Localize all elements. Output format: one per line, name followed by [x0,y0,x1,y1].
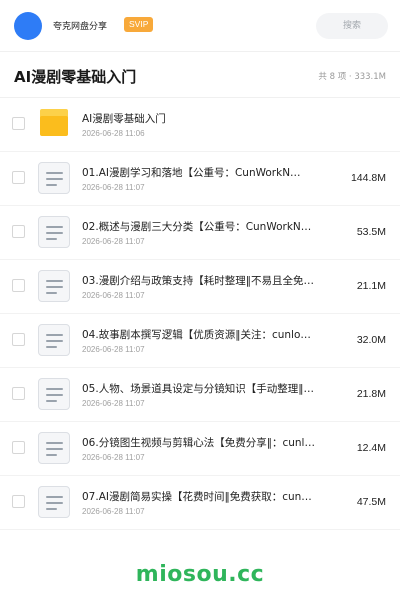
item-checkbox[interactable] [12,441,25,454]
list-item[interactable]: AI漫剧零基础入门 2026-06-28 11:06 [0,98,400,152]
item-size: 21.1M [356,280,386,292]
folder-title-bar: AI漫剧零基础入门 共 8 项 · 333.1M [0,52,400,98]
document-icon [38,432,70,464]
file-list: AI漫剧零基础入门 2026-06-28 11:06 01.AI漫剧学习和落地【… [0,98,400,530]
search-input[interactable] [316,13,388,39]
item-date: 2026-06-28 11:07 [82,453,145,462]
list-item[interactable]: 01.AI漫剧学习和落地【公重号：CunWorkN… 2026-06-28 11… [0,152,400,206]
document-icon [38,378,70,410]
item-checkbox[interactable] [12,387,25,400]
document-icon [38,270,70,302]
list-item[interactable]: 06.分镜图生视频与剪辑心法【免费分享‖：cunl… 2026-06-28 11… [0,422,400,476]
item-size: 12.4M [356,442,386,454]
brand-name: 夸克网盘分享 [53,22,108,32]
list-item[interactable]: 05.人物、场景道具设定与分镜知识【手动整理‖：c… 2026-06-28 11… [0,368,400,422]
item-date: 2026-06-28 11:07 [82,399,145,408]
item-size: 32.0M [356,334,386,346]
document-icon [38,216,70,248]
item-size: 47.5M [356,496,386,508]
list-item[interactable]: 03.漫剧介绍与政策支持【耗时整理‖不易且全免费：… 2026-06-28 11… [0,260,400,314]
item-name: 02.概述与漫剧三大分类【公重号：CunWorkN… [82,221,312,233]
item-name: 06.分镜图生视频与剪辑心法【免费分享‖：cunl… [82,437,315,449]
item-name: 05.人物、场景道具设定与分镜知识【手动整理‖：c… [82,383,320,395]
item-checkbox[interactable] [12,117,25,130]
document-icon [38,324,70,356]
list-item[interactable]: 04.故事剧本撰写逻辑【优质资源‖关注：cunlo… 2026-06-28 11… [0,314,400,368]
item-checkbox[interactable] [12,171,25,184]
avatar[interactable] [14,12,42,40]
svip-badge: SVIP [124,17,154,32]
item-date: 2026-06-28 11:07 [82,237,145,246]
item-size: 53.5M [356,226,386,238]
item-name: 03.漫剧介绍与政策支持【耗时整理‖不易且全免费：… [82,275,320,287]
item-date: 2026-06-28 11:07 [82,291,145,300]
item-checkbox[interactable] [12,495,25,508]
folder-icon [38,108,70,140]
site-watermark: miosou.cc [135,561,265,587]
item-date: 2026-06-28 11:07 [82,345,145,354]
document-icon [38,162,70,194]
item-size: 21.8M [356,388,386,400]
item-date: 2026-06-28 11:07 [82,507,145,516]
item-name: 04.故事剧本撰写逻辑【优质资源‖关注：cunlo… [82,329,311,341]
item-name: AI漫剧零基础入门 [82,113,166,125]
item-summary: 共 8 项 · 333.1M [318,72,386,82]
app-header: 夸克网盘分享 SVIP [0,0,400,52]
item-checkbox[interactable] [12,279,25,292]
item-checkbox[interactable] [12,225,25,238]
item-checkbox[interactable] [12,333,25,346]
footer: miosou.cc [0,548,400,600]
item-date: 2026-06-28 11:06 [82,129,145,138]
document-icon [38,486,70,518]
item-name: 01.AI漫剧学习和落地【公重号：CunWorkN… [82,167,301,179]
page-title: AI漫剧零基础入门 [14,68,137,86]
list-item[interactable]: 07.AI漫剧简易实操【花费时间‖免费获取：cun… 2026-06-28 11… [0,476,400,530]
item-date: 2026-06-28 11:07 [82,183,145,192]
item-size: 144.8M [350,172,386,184]
item-name: 07.AI漫剧简易实操【花费时间‖免费获取：cun… [82,491,312,503]
list-item[interactable]: 02.概述与漫剧三大分类【公重号：CunWorkN… 2026-06-28 11… [0,206,400,260]
